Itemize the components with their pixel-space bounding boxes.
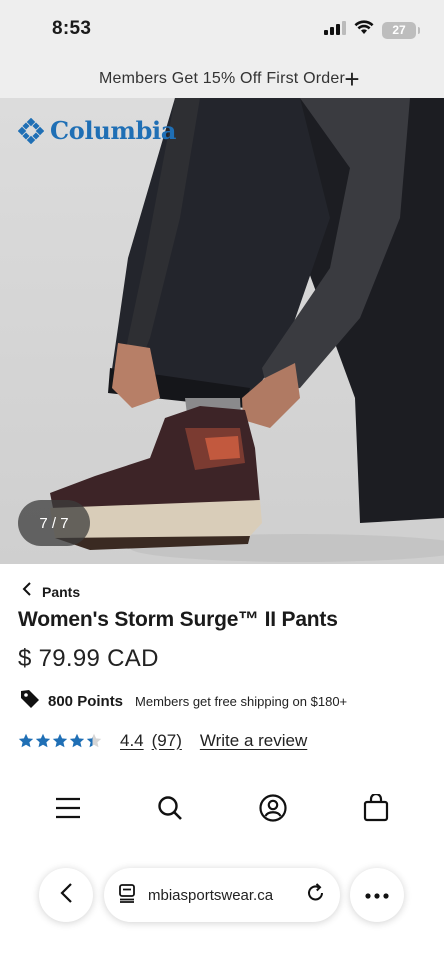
more-button[interactable] [350, 868, 404, 922]
search-icon[interactable] [154, 792, 186, 824]
menu-icon[interactable] [52, 792, 84, 824]
battery-icon: 27 [382, 21, 420, 39]
brand-logo[interactable]: Columbia [17, 116, 177, 145]
account-icon[interactable] [257, 792, 289, 824]
product-title: Women's Storm Surge™ II Pants [18, 608, 338, 631]
site-nav [0, 784, 444, 832]
star-icon [69, 733, 85, 748]
product-image-carousel[interactable]: Columbia 7 / 7 [0, 98, 444, 564]
shipping-note: Members get free shipping on $180+ [135, 694, 348, 709]
product-photo [50, 98, 444, 562]
status-icons: 27 [324, 20, 420, 40]
bag-icon[interactable] [360, 792, 392, 824]
address-bar[interactable]: mbiasportswear.ca [104, 868, 340, 922]
status-time: 8:53 [52, 18, 92, 39]
rating-score[interactable]: 4.4 [120, 731, 144, 751]
product-rating[interactable]: 4.4 (97) Write a review [18, 731, 307, 751]
wifi-icon [354, 20, 374, 40]
brand-name: Columbia [50, 116, 177, 145]
battery-level: 27 [392, 23, 406, 37]
star-icon [18, 733, 34, 748]
breadcrumb-label: Pants [42, 583, 81, 600]
product-price: $ 79.99 CAD [18, 645, 159, 672]
points-value: 800 Points [48, 693, 124, 710]
chevron-left-icon [59, 882, 73, 909]
write-review-link[interactable]: Write a review [200, 731, 307, 751]
status-bar: 8:53 27 [0, 0, 444, 60]
star-icon [86, 733, 102, 748]
signal-icon [324, 20, 346, 40]
image-counter: 7 / 7 [18, 500, 90, 546]
promo-banner[interactable]: Members Get 15% Off First Order + [0, 60, 444, 98]
reader-icon[interactable] [118, 883, 138, 908]
breadcrumb[interactable]: Pants [22, 582, 80, 601]
rewards-points: 800 Points Members get free shipping on … [20, 689, 347, 714]
chevron-left-icon [22, 582, 32, 601]
review-count[interactable]: (97) [152, 731, 182, 751]
star-icon [52, 733, 68, 748]
browser-back-button[interactable] [39, 868, 93, 922]
tag-icon [20, 689, 40, 714]
url-text[interactable]: mbiasportswear.ca [148, 887, 296, 904]
browser-toolbar: mbiasportswear.ca [0, 852, 444, 960]
reload-icon[interactable] [306, 882, 326, 908]
columbia-logo-icon [17, 117, 45, 144]
plus-icon[interactable]: + [338, 64, 366, 95]
promo-text: Members Get 15% Off First Order [99, 70, 345, 87]
more-icon [365, 886, 389, 904]
star-icon [35, 733, 51, 748]
rating-stars [18, 733, 102, 749]
